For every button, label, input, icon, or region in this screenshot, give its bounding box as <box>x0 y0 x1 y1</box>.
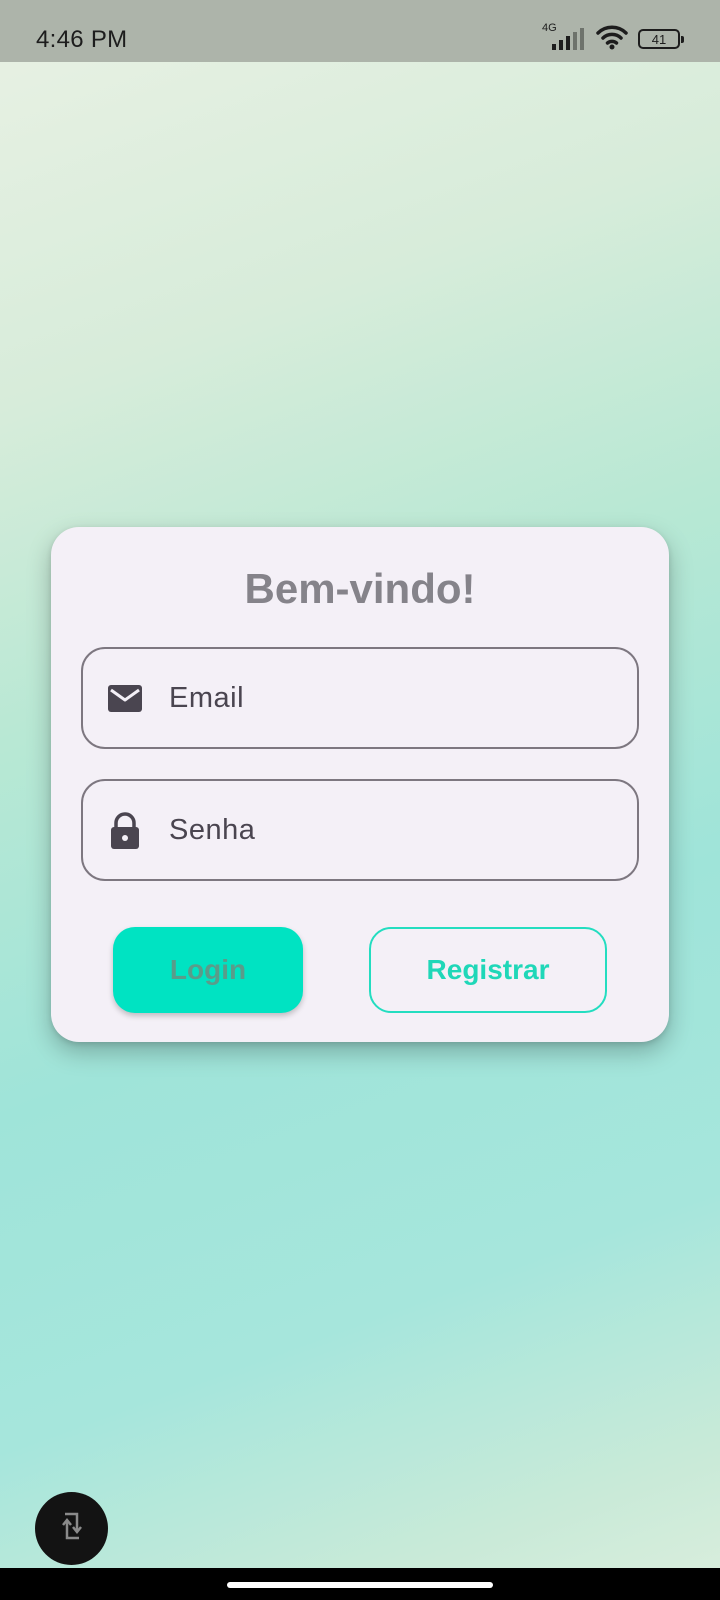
login-button[interactable]: Login <box>113 927 303 1013</box>
status-icons: 4G 41 <box>542 22 684 55</box>
battery-level: 41 <box>651 31 667 47</box>
signal-icon: 4G <box>542 22 586 52</box>
status-bar: 4:46 PM 4G 41 <box>0 0 720 62</box>
wifi-icon <box>596 24 628 55</box>
email-input[interactable] <box>169 649 609 747</box>
password-field[interactable] <box>81 779 639 881</box>
rotate-button[interactable] <box>35 1492 108 1565</box>
network-type-label: 4G <box>542 22 557 34</box>
password-input[interactable] <box>169 781 609 879</box>
mail-icon <box>105 679 145 719</box>
email-field[interactable] <box>81 647 639 749</box>
rotate-icon <box>57 1509 87 1548</box>
lock-icon <box>105 811 145 851</box>
home-indicator[interactable] <box>227 1582 493 1588</box>
navigation-bar <box>0 1568 720 1600</box>
register-button[interactable]: Registrar <box>369 927 607 1013</box>
status-time: 4:46 PM <box>36 26 128 53</box>
welcome-title: Bem-vindo! <box>244 565 476 612</box>
battery-icon: 41 <box>638 29 684 49</box>
login-card: Bem-vindo! Login Registrar <box>51 527 669 1042</box>
